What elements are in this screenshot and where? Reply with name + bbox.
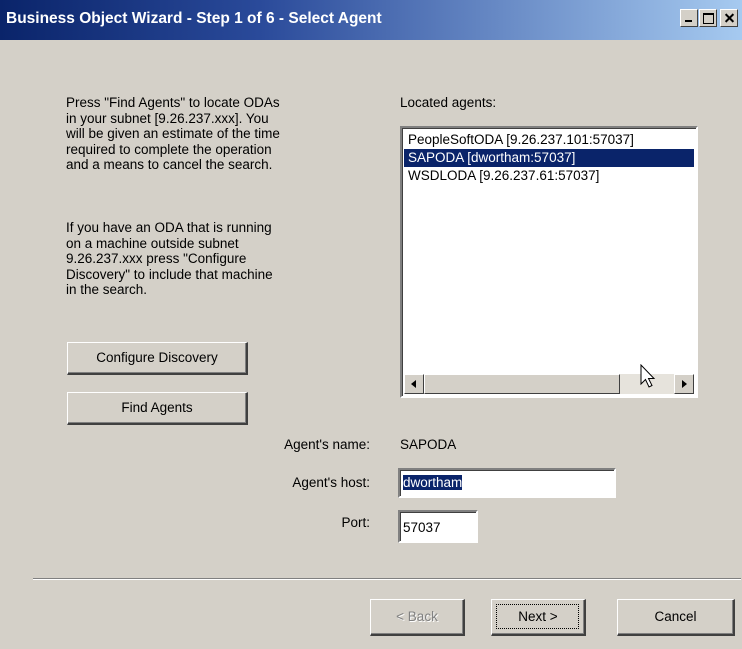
- agent-name-label: Agent's name:: [284, 437, 370, 452]
- agent-list-item[interactable]: SAPODA [dwortham:57037]: [404, 149, 694, 167]
- mouse-pointer-icon: [640, 364, 656, 388]
- instructions-configure-discovery: If you have an ODA that is running on a …: [66, 220, 273, 297]
- window-title: Business Object Wizard - Step 1 of 6 - S…: [6, 10, 382, 27]
- agent-list-item[interactable]: PeopleSoftODA [9.26.237.101:57037]: [404, 131, 694, 149]
- cancel-button[interactable]: Cancel: [617, 599, 735, 636]
- located-agents-list[interactable]: PeopleSoftODA [9.26.237.101:57037] SAPODA…: [400, 126, 698, 398]
- configure-discovery-button[interactable]: Configure Discovery: [67, 342, 248, 375]
- scroll-right-button[interactable]: [674, 374, 694, 394]
- agent-host-label: Agent's host:: [292, 475, 370, 490]
- next-button-label: Next >: [518, 609, 558, 624]
- agent-list-item[interactable]: WSDLODA [9.26.237.61:57037]: [404, 167, 694, 185]
- maximize-button[interactable]: [699, 9, 717, 27]
- footer-separator: [33, 578, 741, 580]
- wizard-window: Business Object Wizard - Step 1 of 6 - S…: [0, 0, 742, 649]
- port-field[interactable]: 57037: [398, 510, 478, 543]
- next-button[interactable]: Next >: [491, 599, 586, 636]
- close-button[interactable]: [720, 9, 738, 27]
- scroll-left-button[interactable]: [404, 374, 424, 394]
- title-bar[interactable]: Business Object Wizard - Step 1 of 6 - S…: [0, 0, 742, 40]
- agent-host-field[interactable]: dwortham: [398, 468, 616, 498]
- agent-list-items: PeopleSoftODA [9.26.237.101:57037] SAPODA…: [404, 131, 694, 185]
- instructions-find-agents: Press "Find Agents" to locate ODAs in yo…: [66, 95, 280, 172]
- minimize-button[interactable]: [680, 9, 698, 27]
- back-button[interactable]: < Back: [370, 599, 465, 636]
- port-value: 57037: [403, 520, 441, 535]
- agent-name-value: SAPODA: [400, 437, 457, 452]
- agent-host-value: dwortham: [403, 475, 463, 490]
- scrollbar-thumb[interactable]: [424, 374, 620, 394]
- find-agents-button[interactable]: Find Agents: [67, 392, 248, 425]
- port-label: Port:: [341, 515, 370, 530]
- located-agents-label: Located agents:: [400, 95, 497, 110]
